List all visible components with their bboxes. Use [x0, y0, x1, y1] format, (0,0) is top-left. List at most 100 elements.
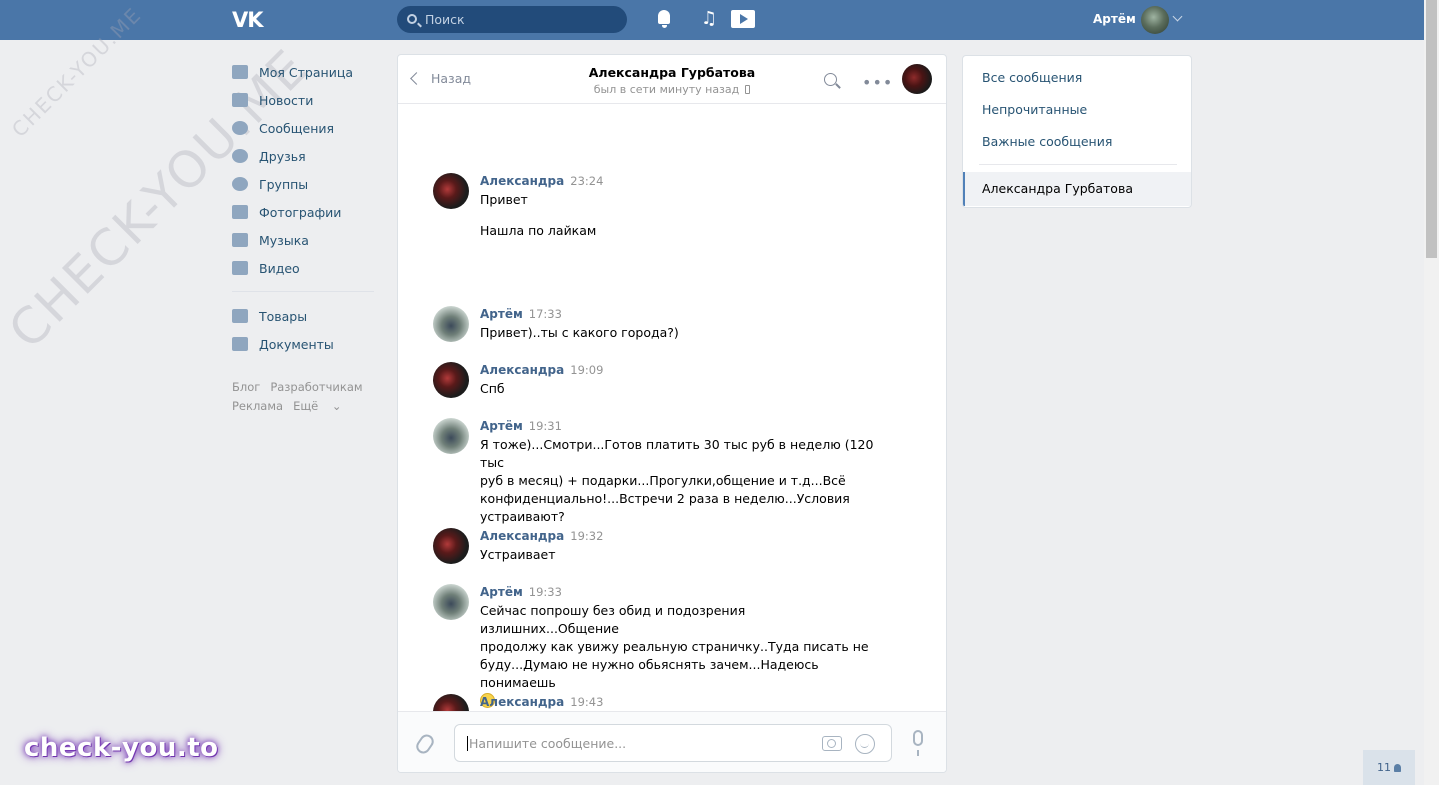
message-line: устраивают?: [480, 509, 565, 524]
bag-icon: [232, 309, 248, 323]
footer-link-ads[interactable]: Реклама: [232, 399, 283, 413]
news-icon: [232, 93, 248, 107]
search-icon[interactable]: [824, 73, 837, 86]
message-line: буду...Думаю не нужно обьяснять зачем...…: [480, 657, 819, 690]
nav-item-photos[interactable]: Фотографии: [232, 198, 382, 226]
nav-item-news[interactable]: Новости: [232, 86, 382, 114]
nav-item-music[interactable]: Музыка: [232, 226, 382, 254]
chevron-down-icon[interactable]: [1172, 11, 1183, 22]
avatar[interactable]: [1141, 6, 1169, 34]
message-author[interactable]: Артём 19:31: [480, 419, 562, 433]
peer-status-text: был в сети минуту назад: [593, 83, 740, 96]
music-icon[interactable]: ♫: [701, 8, 723, 30]
more-icon[interactable]: •••: [862, 73, 893, 92]
footer-link-dev[interactable]: Разработчикам: [270, 380, 362, 394]
avatar[interactable]: [433, 584, 469, 620]
message-text: Привет Нашла по лайкам: [480, 191, 880, 240]
conversation-label: Александра Гурбатова: [982, 181, 1133, 196]
nav-item-label: Сообщения: [259, 120, 335, 136]
search-placeholder: Поиск: [425, 12, 465, 27]
avatar[interactable]: [433, 306, 469, 342]
message-text: Привет)..ты с какого города?): [480, 324, 880, 342]
message-time: 19:33: [528, 585, 562, 599]
nav-item-label: Музыка: [259, 232, 309, 248]
filter-unread[interactable]: Непрочитанные: [982, 102, 1087, 117]
message-author[interactable]: Александра 19:43: [480, 695, 603, 709]
nav-item-messages[interactable]: Сообщения: [232, 114, 382, 142]
message-time: 19:43: [570, 695, 604, 709]
message-list[interactable]: Александра 23:24 Привет Нашла по лайкам А…: [398, 105, 946, 711]
nav-item-groups[interactable]: Группы: [232, 170, 382, 198]
paperclip-icon[interactable]: [413, 731, 437, 757]
nav-item-label: Товары: [259, 308, 308, 324]
bell-icon[interactable]: [654, 8, 676, 30]
author-name: Александра: [480, 363, 565, 377]
camera-icon[interactable]: [822, 736, 842, 751]
message: Александра 19:09 Спб: [433, 362, 913, 402]
filter-conversation-active[interactable]: Александра Гурбатова: [963, 172, 1191, 206]
user-name[interactable]: Артём: [1093, 12, 1136, 26]
avatar[interactable]: [433, 362, 469, 398]
text-cursor: [467, 736, 468, 751]
message-author[interactable]: Артём 17:33: [480, 307, 562, 321]
chat-header: Назад Александра Гурбатова был в сети ми…: [398, 55, 946, 104]
message-input-placeholder: Напишите сообщение...: [469, 736, 627, 751]
nav-item-video[interactable]: Видео: [232, 254, 382, 282]
video-icon: [232, 261, 248, 275]
page-scrollbar[interactable]: [1424, 0, 1439, 785]
message-time: 23:24: [570, 174, 604, 188]
nav-item-goods[interactable]: Товары: [232, 302, 382, 330]
scrollbar-thumb[interactable]: [1426, 0, 1437, 258]
document-icon: [232, 337, 248, 351]
message: Артём 17:33 Привет)..ты с какого города?): [433, 306, 913, 346]
music-icon: [232, 233, 248, 247]
messages-icon: [232, 121, 248, 135]
message-author[interactable]: Александра 23:24: [480, 174, 603, 188]
author-name: Александра: [480, 529, 565, 543]
nav-item-my-page[interactable]: Моя Страница: [232, 58, 382, 86]
vk-logo[interactable]: VK: [232, 8, 266, 32]
footer-link-more[interactable]: Ещё ⌄: [293, 399, 341, 413]
groups-icon: [232, 177, 248, 191]
counter-value: 11: [1377, 761, 1391, 774]
avatar[interactable]: [433, 528, 469, 564]
message-input[interactable]: Напишите сообщение...: [454, 724, 892, 762]
peer-avatar[interactable]: [902, 64, 932, 94]
brand-watermark: check-you.to: [24, 733, 219, 763]
filter-important[interactable]: Важные сообщения: [982, 134, 1112, 149]
composer: Напишите сообщение...: [398, 711, 946, 772]
video-play-icon[interactable]: [731, 8, 755, 30]
message-author[interactable]: Александра 19:32: [480, 529, 603, 543]
message-author[interactable]: Александра 19:09: [480, 363, 603, 377]
footer-link-blog[interactable]: Блог: [232, 380, 260, 394]
message-time: 17:33: [528, 307, 562, 321]
message-author[interactable]: Артём 19:33: [480, 585, 562, 599]
message: Артём 19:31 Я тоже)...Смотри...Готов плат…: [433, 418, 913, 524]
left-nav: Моя Страница Новости Сообщения Друзья Гр…: [232, 58, 382, 358]
avatar[interactable]: [433, 418, 469, 454]
message-time: 19:09: [570, 363, 604, 377]
message-text: Устраивает: [480, 546, 880, 564]
filter-all[interactable]: Все сообщения: [982, 70, 1082, 85]
nav-item-documents[interactable]: Документы: [232, 330, 382, 358]
message-text: Я тоже)...Смотри...Готов платить 30 тыс …: [480, 436, 880, 526]
microphone-icon[interactable]: [913, 730, 923, 756]
author-name: Александра: [480, 174, 565, 188]
author-name: Артём: [480, 307, 523, 321]
nav-item-label: Моя Страница: [259, 64, 353, 80]
mobile-icon: [745, 85, 751, 94]
avatar[interactable]: [433, 694, 469, 711]
nav-item-friends[interactable]: Друзья: [232, 142, 382, 170]
online-counter[interactable]: 11: [1363, 750, 1415, 785]
avatar[interactable]: [433, 173, 469, 209]
message-line: Привет)..ты с какого города?): [480, 325, 679, 340]
nav-item-label: Видео: [259, 260, 300, 276]
emoji-icon[interactable]: [855, 734, 875, 754]
message-line: Устраивает: [480, 547, 556, 562]
message-time: 19:32: [570, 529, 604, 543]
message-line: продолжу как увижу реальную страничку..Т…: [480, 639, 869, 654]
message-line: Спб: [480, 381, 505, 396]
search-input[interactable]: Поиск: [397, 6, 627, 33]
chat-panel: Назад Александра Гурбатова был в сети ми…: [397, 54, 947, 773]
message-filters: Все сообщения Непрочитанные Важные сообщ…: [962, 55, 1192, 208]
